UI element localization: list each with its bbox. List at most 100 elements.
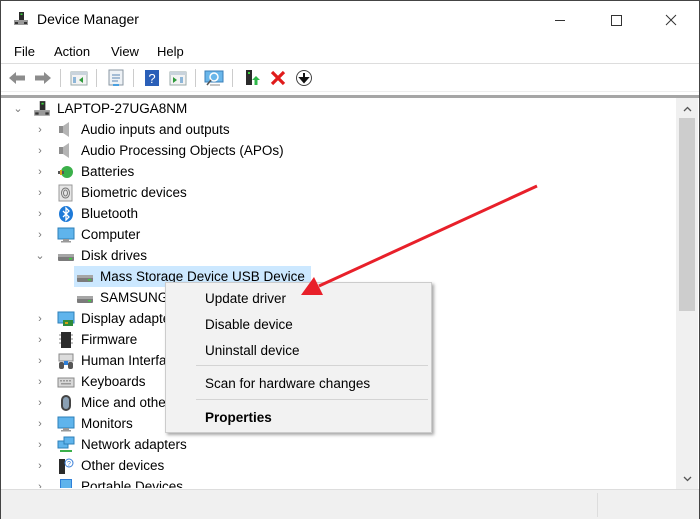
tree-item-label: Keyboards — [81, 374, 146, 389]
tree-category-item[interactable]: ›? Other devices — [34, 455, 164, 476]
red-x-icon — [270, 70, 286, 86]
tree-category-item[interactable]: › Portable Devices — [34, 476, 183, 488]
tree-root-label: LAPTOP-27UGA8NM — [57, 101, 188, 116]
tree-item-label: Portable Devices — [81, 479, 184, 488]
chevron-down-icon[interactable]: ⌄ — [34, 250, 46, 262]
maximize-icon — [611, 15, 622, 26]
chevron-right-icon[interactable]: › — [34, 187, 46, 199]
scan-hardware-button[interactable] — [204, 68, 224, 88]
device-manager-window: Device Manager File Action View Help ? ⌄… — [0, 0, 700, 519]
minimize-button[interactable] — [537, 1, 583, 39]
help-button[interactable]: ? — [142, 68, 162, 88]
toolbar-separator — [133, 69, 134, 87]
back-button[interactable] — [7, 68, 27, 88]
tree-category-item[interactable]: › Batteries — [34, 161, 134, 182]
chevron-right-icon[interactable]: › — [34, 397, 46, 409]
toolbar-separator — [96, 69, 97, 87]
tree-category-item[interactable]: › Computer — [34, 224, 140, 245]
toolbar-separator — [195, 69, 196, 87]
chevron-right-icon[interactable]: › — [34, 355, 46, 367]
chevron-right-icon[interactable]: › — [34, 124, 46, 136]
tree-category-item[interactable]: › Display adapters — [34, 308, 182, 329]
chevron-right-icon[interactable]: › — [34, 418, 46, 430]
action-pane-button[interactable] — [168, 68, 188, 88]
tree-root[interactable]: ⌄ LAPTOP-27UGA8NM — [12, 98, 187, 119]
properties-button[interactable] — [106, 68, 126, 88]
ctx-disable-device[interactable]: Disable device — [167, 312, 430, 336]
down-arrow-circle-icon — [296, 70, 312, 86]
chevron-right-icon[interactable]: › — [34, 166, 46, 178]
menu-help[interactable]: Help — [157, 44, 184, 59]
fingerprint-icon — [58, 184, 73, 201]
ctx-properties[interactable]: Properties — [167, 405, 430, 429]
tree-device-item[interactable]: SAMSUNG — [74, 287, 168, 308]
uninstall-device-button[interactable] — [268, 68, 288, 88]
ctx-update-driver[interactable]: Update driver — [167, 286, 430, 310]
tree-item-label: Other devices — [81, 458, 165, 473]
tree-category-item[interactable]: › Monitors — [34, 413, 133, 434]
bluetooth-icon — [59, 205, 73, 222]
tree-item-label: Audio Processing Objects (APOs) — [81, 143, 284, 158]
vertical-scrollbar[interactable] — [676, 98, 698, 489]
menu-action[interactable]: Action — [54, 44, 90, 59]
device-manager-icon — [14, 12, 28, 25]
chevron-down-icon — [683, 476, 691, 481]
chevron-right-icon[interactable]: › — [34, 145, 46, 157]
chevron-right-icon[interactable]: › — [34, 208, 46, 220]
toolbar-separator — [232, 69, 233, 87]
ctx-scan-hardware[interactable]: Scan for hardware changes — [167, 371, 430, 395]
speaker-icon — [59, 121, 69, 137]
tree-item-label: Bluetooth — [81, 206, 139, 221]
scroll-down-button[interactable] — [676, 470, 698, 487]
help-icon: ? — [145, 70, 159, 86]
chevron-right-icon[interactable]: › — [34, 460, 46, 472]
properties-icon — [108, 69, 124, 86]
chevron-right-icon[interactable]: › — [34, 376, 46, 388]
tree-category-item[interactable]: › Keyboards — [34, 371, 146, 392]
context-menu: Update driver Disable device Uninstall d… — [165, 282, 432, 433]
title-bar[interactable]: Device Manager — [1, 1, 699, 39]
scrollbar-thumb[interactable] — [679, 118, 695, 312]
close-button[interactable] — [648, 1, 694, 39]
svg-text:?: ? — [148, 71, 155, 86]
tree-category-item[interactable]: › Audio inputs and outputs — [34, 119, 230, 140]
unknown-device-icon: ? — [59, 458, 74, 474]
console-tree-button[interactable] — [69, 68, 89, 88]
back-arrow-icon — [9, 72, 25, 84]
portable-device-icon — [60, 478, 72, 488]
chevron-right-icon[interactable]: › — [34, 439, 46, 451]
tree-category-item[interactable]: › Network adapters — [34, 434, 187, 455]
chevron-right-icon[interactable]: › — [34, 313, 46, 325]
tree-category-item[interactable]: › Biometric devices — [34, 182, 187, 203]
menu-file[interactable]: File — [14, 44, 35, 59]
maximize-button[interactable] — [593, 1, 639, 39]
disk-drive-icon — [58, 253, 74, 261]
monitor-icon — [57, 227, 75, 242]
ctx-uninstall-device[interactable]: Uninstall device — [167, 338, 430, 362]
battery-icon — [58, 165, 73, 178]
console-tree-icon — [70, 71, 88, 86]
action-pane-icon — [169, 71, 187, 86]
tree-category-item[interactable]: › Bluetooth — [34, 203, 138, 224]
forward-arrow-icon — [35, 72, 51, 84]
scroll-up-button[interactable] — [676, 100, 698, 117]
chevron-right-icon[interactable]: › — [34, 481, 46, 489]
tree-category-item[interactable]: ⌄ Disk drives — [34, 245, 147, 266]
tree-category-item[interactable]: › Audio Processing Objects (APOs) — [34, 140, 284, 161]
chevron-right-icon[interactable]: › — [34, 334, 46, 346]
disk-drive-icon — [77, 295, 93, 303]
minimize-icon — [555, 20, 565, 21]
update-driver-button[interactable] — [242, 68, 262, 88]
chevron-down-icon[interactable]: ⌄ — [12, 103, 24, 115]
speaker-icon — [59, 142, 69, 158]
disable-device-button[interactable] — [294, 68, 314, 88]
forward-button[interactable] — [33, 68, 53, 88]
scan-hardware-icon — [204, 70, 224, 86]
tree-item-label: Audio inputs and outputs — [81, 122, 230, 137]
tree-category-item[interactable]: › Firmware — [34, 329, 137, 350]
status-divider — [597, 493, 598, 517]
chevron-right-icon[interactable]: › — [34, 229, 46, 241]
keyboard-icon — [57, 377, 75, 387]
menu-view[interactable]: View — [111, 44, 139, 59]
tree-item-label: Network adapters — [81, 437, 187, 452]
